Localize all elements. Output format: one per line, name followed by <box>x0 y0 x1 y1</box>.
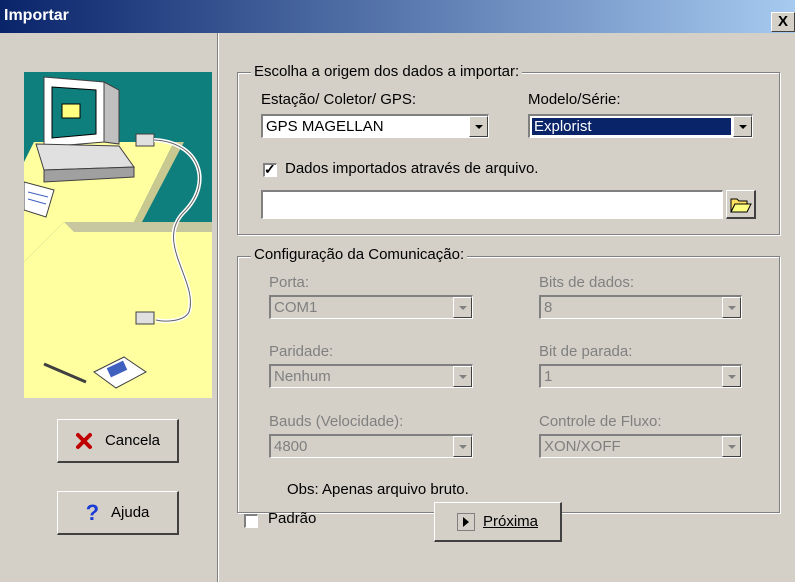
baud-select[interactable]: 4800 <box>269 434 473 458</box>
comm-group-legend: Configuração da Comunicação: <box>251 246 468 263</box>
chevron-down-icon[interactable] <box>722 436 741 457</box>
parity-select[interactable]: Nenhum <box>269 364 473 388</box>
cancel-button-label: Cancela <box>104 432 161 449</box>
databits-label: Bits de dados: <box>539 274 635 291</box>
chevron-down-icon[interactable] <box>733 116 752 137</box>
red-x-icon <box>75 432 92 449</box>
file-import-checkbox[interactable]: ✓ <box>263 161 277 177</box>
baud-label: Bauds (Velocidade): <box>269 413 404 430</box>
panel-divider-highlight <box>218 33 219 582</box>
comm-note: Obs: Apenas arquivo bruto. <box>287 481 469 498</box>
check-icon: ✓ <box>264 161 276 177</box>
stopbit-select-value: 1 <box>544 368 553 385</box>
question-mark-icon: ? <box>85 499 100 525</box>
computer-gps-cable-illustration-icon <box>24 72 212 398</box>
parity-select-value: Nenhum <box>274 368 331 385</box>
chevron-down-icon[interactable] <box>722 297 741 318</box>
default-checkbox[interactable] <box>244 514 258 528</box>
port-select[interactable]: COM1 <box>269 295 473 319</box>
chevron-down-icon[interactable] <box>722 366 741 387</box>
port-select-value: COM1 <box>274 299 318 316</box>
next-button[interactable]: Próxima <box>434 502 562 542</box>
databits-select-value: 8 <box>544 299 553 316</box>
chevron-down-icon[interactable] <box>453 297 472 318</box>
close-button[interactable]: X <box>771 12 795 32</box>
next-button-label: Próxima <box>482 513 538 530</box>
flow-select[interactable]: XON/XOFF <box>539 434 742 458</box>
model-select-value: Explorist <box>534 118 592 135</box>
source-group-legend: Escolha a origem dos dados a importar: <box>251 63 523 80</box>
play-arrow-icon <box>456 512 475 531</box>
model-select-highlight: Explorist <box>531 117 732 136</box>
station-label: Estação/ Coletor/ GPS: <box>261 91 417 108</box>
flow-select-value: XON/XOFF <box>544 438 621 455</box>
port-label: Porta: <box>269 274 310 291</box>
browse-button[interactable] <box>726 190 756 219</box>
model-select[interactable]: Explorist <box>528 114 753 138</box>
chevron-down-icon[interactable] <box>469 116 488 137</box>
default-label: Padrão <box>268 510 317 527</box>
chevron-down-icon[interactable] <box>453 436 472 457</box>
window-title: Importar <box>4 7 69 24</box>
title-bar: Importar <box>0 0 795 33</box>
parity-label: Paridade: <box>269 343 334 360</box>
help-button[interactable]: ? Ajuda <box>57 491 179 535</box>
stopbit-select[interactable]: 1 <box>539 364 742 388</box>
station-select-value: GPS MAGELLAN <box>266 118 384 135</box>
file-import-label: Dados importados através de arquivo. <box>285 160 539 177</box>
file-path-input[interactable] <box>261 190 723 219</box>
flow-label: Controle de Fluxo: <box>539 413 662 430</box>
cancel-button[interactable]: Cancela <box>57 419 179 463</box>
help-button-label: Ajuda <box>111 504 150 521</box>
folder-open-icon <box>729 198 752 213</box>
stopbit-label: Bit de parada: <box>539 343 633 360</box>
chevron-down-icon[interactable] <box>453 366 472 387</box>
model-label: Modelo/Série: <box>528 91 621 108</box>
station-select[interactable]: GPS MAGELLAN <box>261 114 489 138</box>
baud-select-value: 4800 <box>274 438 308 455</box>
databits-select[interactable]: 8 <box>539 295 742 319</box>
